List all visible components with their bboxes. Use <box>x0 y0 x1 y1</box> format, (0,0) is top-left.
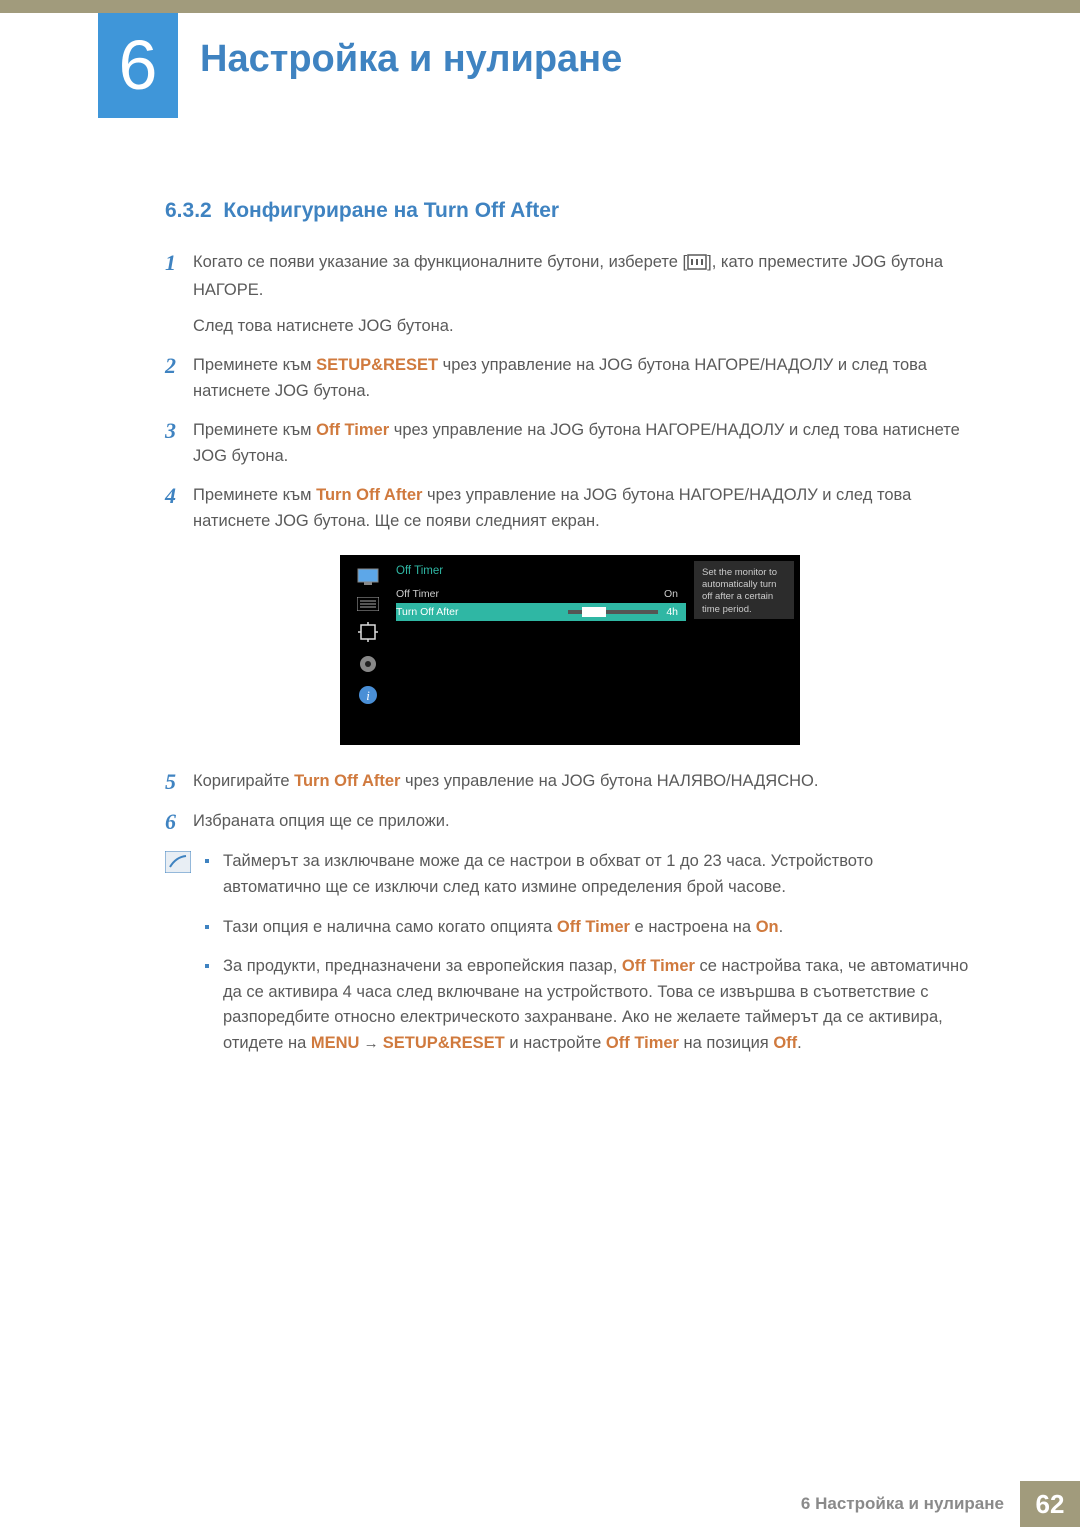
step-3: 3 Преминете към Off Timer чрез управлени… <box>165 418 975 469</box>
step-body: Преминете към SETUP&RESET чрез управлени… <box>193 353 975 404</box>
chapter-number-tab: 6 <box>98 13 178 118</box>
keyword: Off Timer <box>557 918 630 936</box>
text: на позиция <box>679 1034 773 1052</box>
text: Тази опция е налична само когато опцията <box>223 918 557 936</box>
keyword: MENU <box>311 1034 360 1052</box>
step-body: Преминете към Off Timer чрез управление … <box>193 418 975 469</box>
keyword: Off Timer <box>606 1034 679 1052</box>
menu-icon <box>687 253 707 279</box>
step-number: 5 <box>165 769 193 795</box>
text: Коригирайте <box>193 772 294 790</box>
keyword: Off Timer <box>316 421 389 439</box>
note-block: Таймерът за изключване може да се настро… <box>165 849 975 1070</box>
osd-screenshot: i Off Timer Off Timer On Turn Off After … <box>165 555 975 745</box>
osd-value: On <box>664 586 680 602</box>
keyword: SETUP&RESET <box>383 1034 505 1052</box>
text: Таймерът за изключване може да се настро… <box>223 852 873 896</box>
text: След това натиснете JOG бутона. <box>193 314 975 340</box>
step-body: Коригирайте Turn Off After чрез управлен… <box>193 769 975 795</box>
osd-title: Off Timer <box>396 563 686 581</box>
step-number: 3 <box>165 418 193 469</box>
resize-icon <box>357 621 379 643</box>
text: Преминете към <box>193 421 316 439</box>
step-5: 5 Коригирайте Turn Off After чрез управл… <box>165 769 975 795</box>
keyword: Turn Off After <box>294 772 400 790</box>
keyword: Turn Off After <box>316 486 422 504</box>
section-number: 6.3.2 <box>165 199 212 222</box>
text: чрез управление на JOG бутона НАЛЯВО/НАД… <box>400 772 818 790</box>
osd-value: 4h <box>666 604 680 620</box>
page-footer: 6 Настройка и нулиране 62 <box>0 1481 1080 1527</box>
text: Преминете към <box>193 356 316 374</box>
step-number: 6 <box>165 809 193 835</box>
chapter-number: 6 <box>119 11 158 120</box>
text: . <box>779 918 784 936</box>
text: . <box>797 1034 802 1052</box>
text: Преминете към <box>193 486 316 504</box>
step-6: 6 Избраната опция ще се приложи. <box>165 809 975 835</box>
step-2: 2 Преминете към SETUP&RESET чрез управле… <box>165 353 975 404</box>
step-4: 4 Преминете към Turn Off After чрез упра… <box>165 483 975 534</box>
osd-panel: i Off Timer Off Timer On Turn Off After … <box>340 555 800 745</box>
step-number: 2 <box>165 353 193 404</box>
list-icon <box>357 597 379 611</box>
keyword: Off <box>773 1034 797 1052</box>
svg-text:i: i <box>366 688 370 703</box>
section-heading: 6.3.2 Конфигуриране на Turn Off After <box>165 195 975 228</box>
page-content: 6.3.2 Конфигуриране на Turn Off After 1 … <box>165 195 975 1070</box>
info-icon: i <box>358 685 378 705</box>
osd-label: Off Timer <box>396 586 664 602</box>
footer-page-number: 62 <box>1020 1481 1080 1527</box>
keyword: Off Timer <box>622 957 695 975</box>
osd-sidebar: i <box>346 561 390 705</box>
text: и настройте <box>505 1034 606 1052</box>
step-body: Избраната опция ще се приложи. <box>193 809 975 835</box>
step-number: 4 <box>165 483 193 534</box>
chapter-title: Настройка и нулиране <box>200 30 622 89</box>
step-body: Преминете към Turn Off After чрез управл… <box>193 483 975 534</box>
note-item: Таймерът за изключване може да се настро… <box>205 849 975 900</box>
osd-help: Set the monitor to automatically turn of… <box>694 561 794 619</box>
note-item: Тази опция е налична само когато опцията… <box>205 915 975 941</box>
osd-row-turn-off-after: Turn Off After 4h <box>396 603 686 621</box>
note-item: За продукти, предназначени за европейски… <box>205 954 975 1056</box>
step-body: Когато се появи указание за функционални… <box>193 250 975 340</box>
text: За продукти, предназначени за европейски… <box>223 957 622 975</box>
osd-label: Turn Off After <box>396 604 568 620</box>
step-1: 1 Когато се появи указание за функционал… <box>165 250 975 340</box>
osd-main: Off Timer Off Timer On Turn Off After 4h <box>390 561 694 705</box>
osd-row-off-timer: Off Timer On <box>396 585 686 603</box>
top-bar <box>0 0 1080 13</box>
keyword: On <box>756 918 779 936</box>
arrow-icon: → <box>359 1035 382 1052</box>
section-title: Конфигуриране на Turn Off After <box>223 199 559 222</box>
text: е настроена на <box>630 918 756 936</box>
gear-icon <box>357 653 379 675</box>
footer-chapter-title: 6 Настройка и нулиране <box>801 1481 1020 1527</box>
step-number: 1 <box>165 250 193 340</box>
monitor-icon <box>356 567 380 587</box>
note-icon <box>165 849 195 1070</box>
keyword: SETUP&RESET <box>316 356 438 374</box>
note-list: Таймерът за изключване може да се настро… <box>195 849 975 1070</box>
osd-slider <box>568 610 658 614</box>
text: Когато се появи указание за функционални… <box>193 253 687 271</box>
